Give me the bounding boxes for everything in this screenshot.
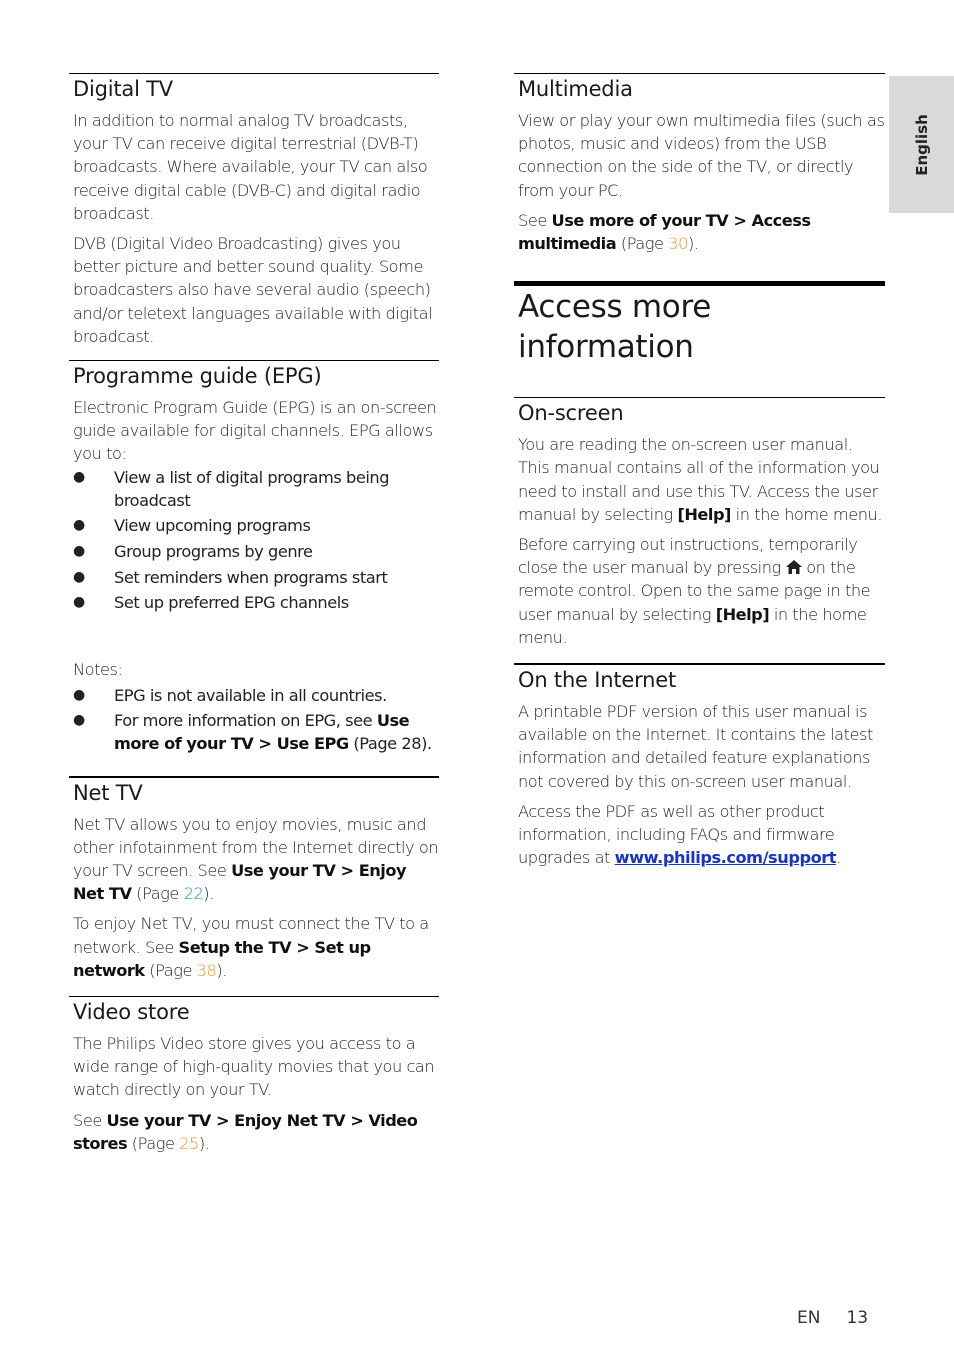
section-title: On-screen bbox=[518, 401, 624, 426]
list-item: ● Set reminders when programs start bbox=[73, 566, 439, 589]
section-title: Digital TV bbox=[73, 77, 173, 101]
notes-list: ● EPG is not available in all countries. … bbox=[73, 684, 439, 756]
bullet-icon: ● bbox=[73, 594, 85, 611]
paragraph: To enjoy Net TV, you must connect the TV… bbox=[73, 914, 429, 980]
notes-label: Notes: bbox=[73, 660, 123, 680]
section-on-the-internet: On the Internet A printable PDF version … bbox=[514, 663, 885, 869]
section-title: Net TV bbox=[73, 780, 143, 805]
paragraph: A printable PDF version of this user man… bbox=[518, 702, 873, 791]
page-reference[interactable]: 25 bbox=[179, 1134, 199, 1153]
list-item: ● Set up preferred EPG channels bbox=[73, 591, 439, 614]
list-item: ● View upcoming programs bbox=[73, 514, 439, 537]
paragraph: Access the PDF as well as other product … bbox=[518, 801, 841, 868]
paragraph: You are reading the on-screen user manua… bbox=[518, 435, 883, 524]
paragraph: See Use your TV > Enjoy Net TV > Video s… bbox=[73, 1110, 418, 1153]
section-title: Video store bbox=[73, 1000, 190, 1025]
list-item: ● For more information on EPG, see Use mo… bbox=[73, 711, 432, 754]
paragraph: DVB (Digital Video Broadcasting) gives y… bbox=[73, 234, 433, 346]
paragraph: Electronic Program Guide (EPG) is an on-… bbox=[73, 398, 437, 464]
paragraph: In addition to normal analog TV broadcas… bbox=[73, 111, 428, 223]
paragraph: Net TV allows you to enjoy movies, music… bbox=[73, 814, 439, 904]
bullet-icon: ● bbox=[73, 686, 85, 703]
language-tab-label: English bbox=[912, 113, 931, 176]
paragraph: Before carrying out instructions, tempor… bbox=[518, 535, 871, 647]
right-column: Multimedia View or play your own multime… bbox=[514, 73, 885, 876]
page-reference[interactable]: 30 bbox=[668, 234, 688, 253]
section-multimedia: Multimedia View or play your own multime… bbox=[514, 73, 885, 255]
bullet-icon: ● bbox=[73, 712, 85, 729]
cross-reference[interactable]: Use your TV > Enjoy Net TV > Video store… bbox=[73, 1111, 418, 1153]
language-tab: English bbox=[889, 76, 954, 213]
bullet-icon: ● bbox=[73, 543, 85, 560]
page-footer: EN 13 bbox=[797, 1308, 868, 1328]
left-column: Digital TV In addition to normal analog … bbox=[69, 73, 439, 1162]
bullet-icon: ● bbox=[73, 517, 85, 534]
chapter-access-more-information: Access more information bbox=[514, 281, 885, 367]
paragraph: The Philips Video store gives you access… bbox=[73, 1034, 435, 1100]
page-number: 13 bbox=[846, 1308, 869, 1328]
list-item: ● EPG is not available in all countries. bbox=[73, 684, 439, 707]
support-link[interactable]: www.philips.com/support bbox=[615, 848, 837, 867]
footer-language: EN bbox=[797, 1308, 821, 1328]
section-on-screen: On-screen You are reading the on-screen … bbox=[514, 397, 885, 649]
page-reference[interactable]: 28 bbox=[401, 734, 421, 753]
chapter-title: Access more information bbox=[518, 289, 711, 366]
section-net-tv: Net TV Net TV allows you to enjoy movies… bbox=[69, 775, 439, 982]
section-epg: Programme guide (EPG) Electronic Program… bbox=[69, 360, 439, 756]
help-menu-reference: [Help] bbox=[715, 604, 770, 624]
bullet-icon: ● bbox=[73, 568, 85, 585]
section-title: On the Internet bbox=[518, 668, 677, 693]
help-menu-reference: [Help] bbox=[677, 504, 731, 524]
epg-feature-list: ● View a list of digital programs being b… bbox=[73, 466, 439, 615]
page-reference[interactable]: 38 bbox=[197, 961, 217, 980]
bullet-icon: ● bbox=[73, 468, 85, 485]
section-digital-tv: Digital TV In addition to normal analog … bbox=[69, 73, 439, 348]
section-title: Programme guide (EPG) bbox=[73, 364, 322, 389]
paragraph: View or play your own multimedia files (… bbox=[518, 111, 885, 200]
section-video-store: Video store The Philips Video store give… bbox=[69, 996, 439, 1155]
list-item: ● Group programs by genre bbox=[73, 540, 439, 563]
page-reference[interactable]: 22 bbox=[184, 884, 204, 903]
list-item: ● View a list of digital programs being b… bbox=[73, 467, 390, 510]
paragraph: See Use more of your TV > Access multime… bbox=[518, 210, 811, 254]
home-icon bbox=[785, 560, 802, 575]
section-title: Multimedia bbox=[518, 77, 633, 101]
